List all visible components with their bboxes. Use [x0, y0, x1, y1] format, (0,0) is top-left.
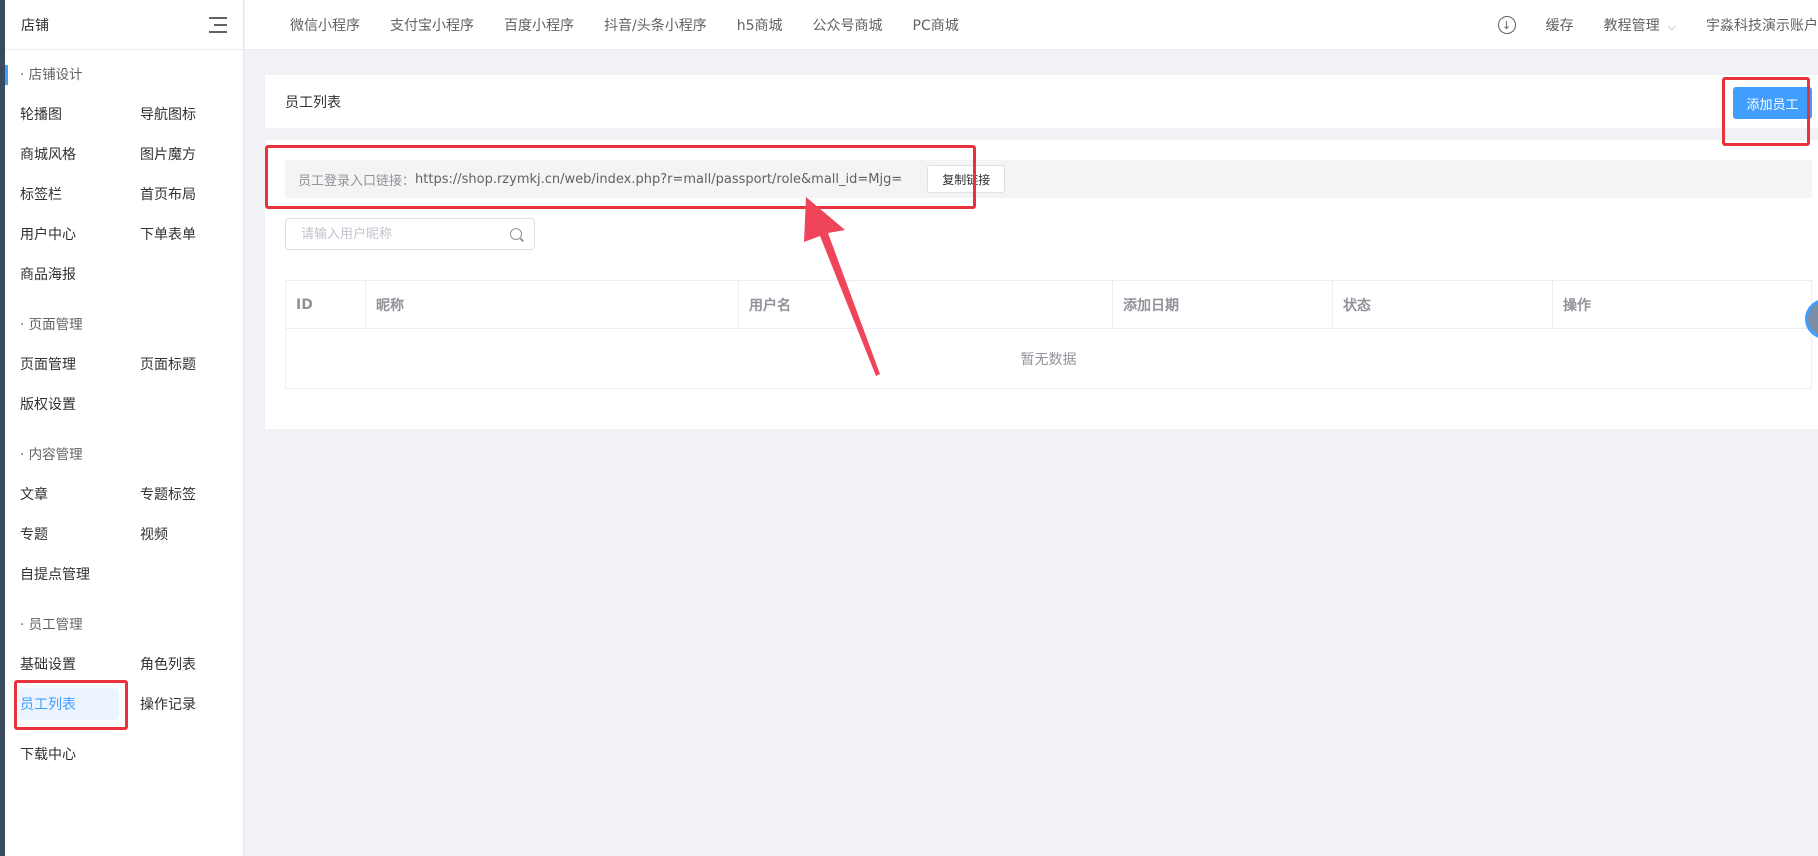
sidebar-item-image-cube[interactable]: 图片魔方	[125, 135, 244, 175]
sidebar-item-topic[interactable]: 专题	[5, 515, 125, 555]
column-header-nickname: 昵称	[366, 281, 739, 328]
sidebar-title: 店铺	[21, 17, 49, 34]
sidebar-item-product-poster[interactable]: 商品海报	[5, 255, 125, 295]
platform-nav: 微信小程序 支付宝小程序 百度小程序 抖音/头条小程序 h5商城 公众号商城 P…	[290, 15, 989, 35]
page-title: 员工列表	[285, 94, 341, 111]
login-link-bar: 员工登录入口链接： https://shop.rzymkj.cn/web/ind…	[285, 160, 1812, 198]
copy-link-button[interactable]: 复制链接	[927, 165, 1006, 193]
nav-official-account-mall[interactable]: 公众号商城	[813, 15, 883, 35]
cache-link[interactable]: 缓存	[1546, 15, 1574, 35]
menu-footer: 下载中心	[5, 735, 244, 775]
nav-alipay-miniapp[interactable]: 支付宝小程序	[390, 15, 474, 35]
sidebar-item-pickup-points[interactable]: 自提点管理	[5, 555, 125, 595]
sidebar-item-article[interactable]: 文章	[5, 475, 125, 515]
sidebar-header: 店铺	[5, 0, 243, 50]
sidebar-item-page-manage[interactable]: 页面管理	[5, 345, 125, 385]
top-right-actions: ↓ 缓存 教程管理 ⌵ 宇淼科技演示账户	[1497, 0, 1818, 50]
nav-pc-mall[interactable]: PC商城	[913, 15, 959, 35]
sidebar-item-copyright[interactable]: 版权设置	[5, 385, 125, 425]
column-header-id: ID	[286, 281, 366, 328]
nav-douyin-miniapp[interactable]: 抖音/头条小程序	[604, 15, 707, 35]
page-header-panel: 员工列表 添加员工	[265, 75, 1818, 128]
sidebar-item-staff-list[interactable]: 员工列表	[5, 685, 125, 725]
sidebar-item-user-center[interactable]: 用户中心	[5, 215, 125, 255]
download-icon[interactable]: ↓	[1497, 16, 1516, 34]
tutorial-label: 教程管理	[1603, 18, 1660, 34]
sidebar-item-tabbar[interactable]: 标签栏	[5, 175, 125, 215]
nav-h5-mall[interactable]: h5商城	[737, 15, 783, 35]
login-link-url: https://shop.rzymkj.cn/web/index.php?r=m…	[415, 171, 903, 187]
sidebar-item-home-layout[interactable]: 首页布局	[125, 175, 244, 215]
search-icon[interactable]	[510, 228, 522, 240]
column-header-status: 状态	[1333, 281, 1553, 328]
sidebar-item-mall-style[interactable]: 商城风格	[5, 135, 125, 175]
sidebar-item-order-form[interactable]: 下单表单	[125, 215, 244, 255]
table-empty-state: 暂无数据	[1020, 351, 1077, 368]
column-header-actions: 操作	[1563, 297, 1591, 314]
sidebar-item-basic-settings[interactable]: 基础设置	[5, 645, 125, 685]
nav-wechat-miniapp[interactable]: 微信小程序	[290, 15, 360, 35]
sidebar-item-page-title[interactable]: 页面标题	[125, 345, 244, 385]
account-name[interactable]: 宇淼科技演示账户	[1706, 15, 1818, 35]
sidebar-item-topic-tag[interactable]: 专题标签	[125, 475, 244, 515]
group-title-content-manage: · 内容管理	[20, 447, 83, 463]
chevron-down-icon: ⌵	[1667, 20, 1676, 33]
sidebar-item-role-list[interactable]: 角色列表	[125, 645, 244, 685]
sidebar: 店铺 · 店铺设计 轮播图 导航图标 商城风格 图片魔方 标签栏 首页布局 用户…	[5, 0, 244, 856]
group-title-shop-design: · 店铺设计	[5, 65, 98, 85]
nav-baidu-miniapp[interactable]: 百度小程序	[504, 15, 574, 35]
sidebar-item-download-center[interactable]: 下载中心	[5, 735, 125, 775]
sidebar-item-operation-log[interactable]: 操作记录	[125, 685, 244, 725]
menu-group-page-manage: 页面管理 页面标题 版权设置	[5, 345, 244, 425]
search-field	[285, 218, 535, 250]
menu-collapse-icon[interactable]	[209, 16, 227, 33]
menu-group-content-manage: 文章 专题标签 专题 视频 自提点管理	[5, 475, 244, 595]
add-staff-button[interactable]: 添加员工	[1733, 87, 1812, 119]
tutorial-menu[interactable]: 教程管理 ⌵	[1604, 15, 1676, 35]
staff-list-panel: 员工登录入口链接： https://shop.rzymkj.cn/web/ind…	[265, 140, 1818, 429]
group-title-staff-manage: · 员工管理	[20, 617, 83, 633]
top-bar: 微信小程序 支付宝小程序 百度小程序 抖音/头条小程序 h5商城 公众号商城 P…	[245, 0, 1818, 50]
group-title-page-manage: · 页面管理	[20, 317, 83, 333]
column-header-added-date: 添加日期	[1113, 281, 1333, 328]
sidebar-item-nav-icons[interactable]: 导航图标	[125, 95, 244, 135]
search-input[interactable]	[286, 219, 510, 249]
sidebar-item-video[interactable]: 视频	[125, 515, 244, 555]
table-header: ID 昵称 用户名 添加日期 状态 操作	[286, 281, 1811, 329]
menu-group-shop-design: 轮播图 导航图标 商城风格 图片魔方 标签栏 首页布局 用户中心 下单表单 商品…	[5, 95, 244, 295]
sidebar-item-banner[interactable]: 轮播图	[5, 95, 125, 135]
login-link-label: 员工登录入口链接：	[298, 173, 416, 189]
column-header-username: 用户名	[739, 281, 1113, 328]
menu-group-staff-manage: 基础设置 角色列表 员工列表 操作记录	[5, 645, 244, 725]
staff-table: ID 昵称 用户名 添加日期 状态 操作 暂无数据	[285, 280, 1812, 389]
